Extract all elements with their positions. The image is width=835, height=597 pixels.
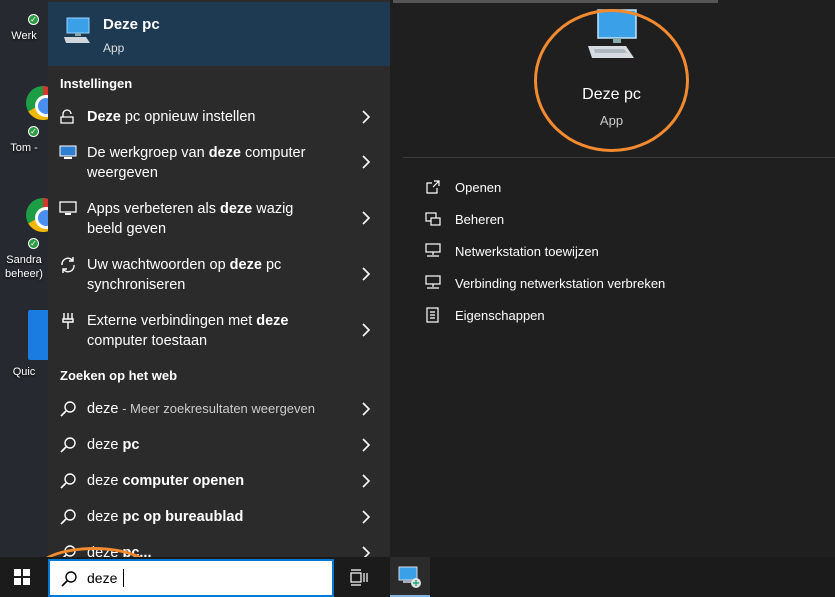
display-icon [58, 199, 78, 219]
desktop-icon-label: Werk [11, 30, 37, 42]
search-value: deze [87, 570, 118, 586]
section-heading-settings: Instellingen [60, 76, 133, 91]
setting-item-label: Uw wachtwoorden op deze pc synchroniseren [87, 257, 282, 293]
divider [403, 157, 835, 158]
sync-icon [58, 255, 78, 275]
annotation-circle-preview [534, 9, 689, 152]
best-match-type: App [103, 41, 125, 55]
web-result-item[interactable]: deze pc op bureaublad [48, 504, 390, 532]
chevron-right-icon [359, 211, 373, 225]
sync-check-icon: ✓ [28, 238, 39, 249]
disconnect-network-drive-icon [425, 275, 441, 291]
search-icon [58, 399, 78, 419]
action-label: Verbinding netwerkstation verbreken [455, 276, 666, 291]
desktop-icon-label: beheer) [5, 268, 43, 280]
properties-icon [425, 307, 441, 323]
best-match-deze-pc[interactable]: Deze pc App [48, 2, 390, 66]
setting-item-label: Apps verbeteren als deze wazig beeld geve… [87, 201, 294, 237]
windows-start-icon[interactable] [14, 569, 30, 585]
taskbar-search-input[interactable]: deze [48, 559, 334, 597]
web-result-item[interactable]: deze computer openen [48, 468, 390, 496]
chevron-right-icon [359, 402, 373, 416]
chevron-right-icon [359, 510, 373, 524]
monitor-icon [58, 143, 78, 163]
start-search-panel: Deze pc App Instellingen Deze pc opnieuw… [48, 0, 835, 557]
action-map-network-drive[interactable]: Netwerkstation toewijzen [423, 240, 803, 264]
chevron-right-icon [359, 438, 373, 452]
action-label: Netwerkstation toewijzen [455, 244, 599, 259]
search-icon [60, 570, 78, 593]
action-label: Openen [455, 180, 502, 195]
web-result-label: deze computer openen [87, 473, 245, 489]
web-result-item[interactable]: deze pc [48, 432, 390, 460]
action-disconnect-network-drive[interactable]: Verbinding netwerkstation verbreken [423, 272, 803, 296]
web-result-item[interactable]: deze - Meer zoekresultaten weergeven [48, 396, 390, 424]
web-result-label: deze - Meer zoekresultaten weergeven [87, 401, 315, 417]
sync-check-icon: ✓ [28, 14, 39, 25]
open-icon [425, 179, 441, 195]
setting-item-remote-connections[interactable]: Externe verbindingen met deze computer to… [48, 308, 390, 356]
setting-item-blurry-apps[interactable]: Apps verbeteren als deze wazig beeld geve… [48, 196, 390, 244]
taskbar-app-remote-desktop[interactable] [390, 557, 430, 597]
search-icon [58, 435, 78, 455]
chevron-right-icon [359, 267, 373, 281]
desktop-icon-label: Sandra [6, 254, 42, 266]
section-heading-web: Zoeken op het web [60, 368, 178, 383]
sync-check-icon: ✓ [28, 126, 39, 137]
remote-connections-icon [58, 311, 78, 331]
setting-item-reset-pc[interactable]: Deze pc opnieuw instellen [48, 104, 390, 132]
action-manage[interactable]: Beheren [423, 208, 803, 232]
search-icon [58, 507, 78, 527]
top-edge [393, 0, 718, 3]
map-network-drive-icon [425, 243, 441, 259]
taskbar: deze [0, 557, 835, 597]
setting-item-label: Deze pc opnieuw instellen [87, 109, 256, 125]
desktop-icon-label: Tom - [10, 142, 38, 154]
desktop-icon-label: Quic [12, 366, 36, 378]
setting-item-label: De werkgroep van deze computer weergeven [87, 145, 306, 181]
web-result-label: deze pc op bureaublad [87, 509, 244, 525]
text-caret [123, 569, 124, 587]
setting-item-workgroup[interactable]: De werkgroep van deze computer weergeven [48, 140, 390, 188]
desktop: ✓ Werk ✓ Tom - ✓ Sandra beheer) Quic [0, 0, 48, 557]
task-view-icon[interactable] [349, 569, 369, 592]
chevron-right-icon [359, 546, 373, 557]
chevron-right-icon [359, 110, 373, 124]
manage-icon [425, 211, 441, 227]
web-result-label: deze pc [87, 437, 140, 453]
quick-assist-icon [28, 310, 48, 360]
reset-pc-icon [58, 107, 78, 127]
chrome-icon [26, 198, 48, 232]
results-list: Deze pc App Instellingen Deze pc opnieuw… [48, 0, 390, 557]
setting-item-sync-passwords[interactable]: Uw wachtwoorden op deze pc synchroniseren [48, 252, 390, 300]
chevron-right-icon [359, 323, 373, 337]
action-label: Eigenschappen [455, 308, 545, 323]
remote-desktop-icon [398, 566, 421, 588]
action-properties[interactable]: Eigenschappen [423, 304, 803, 328]
chrome-icon [26, 86, 48, 120]
setting-item-label: Externe verbindingen met deze computer to… [87, 313, 289, 349]
search-icon [58, 471, 78, 491]
action-label: Beheren [455, 212, 505, 227]
best-match-title: Deze pc [103, 16, 160, 33]
action-open[interactable]: Openen [423, 176, 803, 200]
chevron-right-icon [359, 474, 373, 488]
this-pc-icon [62, 16, 92, 49]
chevron-right-icon [359, 155, 373, 169]
